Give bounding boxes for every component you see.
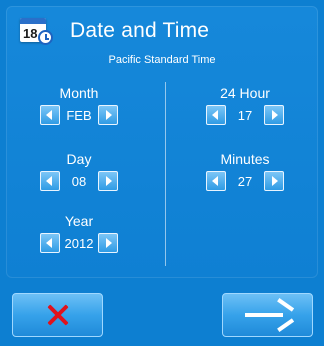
- minutes-stepper: 27: [185, 170, 305, 192]
- timezone-label: Pacific Standard Time: [108, 54, 216, 66]
- month-decrement-button[interactable]: [40, 105, 60, 125]
- calendar-icon-number: 18: [23, 26, 38, 41]
- year-field: Year 2012: [19, 212, 139, 254]
- day-increment-button[interactable]: [98, 171, 118, 191]
- hour-field: 24 Hour 17: [185, 84, 305, 126]
- next-button[interactable]: [222, 293, 313, 337]
- minutes-field: Minutes 27: [185, 150, 305, 192]
- year-value: 2012: [64, 235, 94, 251]
- hour-label: 24 Hour: [220, 85, 270, 101]
- hour-increment-button[interactable]: [264, 105, 284, 125]
- triangle-right-icon: [272, 176, 278, 186]
- triangle-right-icon: [106, 110, 112, 120]
- triangle-left-icon: [46, 176, 52, 186]
- arrow-shaft: [244, 313, 283, 317]
- triangle-left-icon: [212, 110, 218, 120]
- triangle-right-icon: [272, 110, 278, 120]
- page-title: Date and Time: [70, 19, 210, 42]
- year-decrement-button[interactable]: [40, 233, 60, 253]
- right-arrow-icon: [243, 298, 294, 332]
- triangle-left-icon: [46, 238, 52, 248]
- red-x-icon: [47, 304, 69, 326]
- month-increment-button[interactable]: [98, 105, 118, 125]
- calendar-clock-icon: 18: [20, 16, 54, 46]
- hour-value: 17: [237, 107, 253, 123]
- column-divider: [165, 82, 166, 266]
- header: 18 Date and Time: [20, 14, 209, 48]
- day-decrement-button[interactable]: [40, 171, 60, 191]
- arrow-head-lower: [276, 318, 294, 332]
- month-label: Month: [59, 85, 99, 101]
- day-field: Day 08: [19, 150, 139, 192]
- day-label: Day: [66, 151, 92, 167]
- month-value: FEB: [66, 107, 92, 123]
- clock-icon: [38, 30, 53, 45]
- year-label: Year: [64, 213, 94, 229]
- minutes-increment-button[interactable]: [264, 171, 284, 191]
- month-stepper: FEB: [19, 104, 139, 126]
- minutes-value: 27: [237, 173, 253, 189]
- minutes-label: Minutes: [220, 151, 270, 167]
- day-value: 08: [71, 173, 87, 189]
- hour-stepper: 17: [185, 104, 305, 126]
- hour-decrement-button[interactable]: [206, 105, 226, 125]
- date-time-screen: 18 Date and Time Pacific Standard Time M…: [0, 0, 324, 346]
- triangle-right-icon: [106, 176, 112, 186]
- triangle-left-icon: [212, 176, 218, 186]
- triangle-right-icon: [106, 238, 112, 248]
- month-field: Month FEB: [19, 84, 139, 126]
- cancel-button[interactable]: [12, 293, 103, 337]
- day-stepper: 08: [19, 170, 139, 192]
- minutes-decrement-button[interactable]: [206, 171, 226, 191]
- triangle-left-icon: [46, 110, 52, 120]
- year-stepper: 2012: [19, 232, 139, 254]
- year-increment-button[interactable]: [98, 233, 118, 253]
- arrow-head-upper: [276, 298, 294, 312]
